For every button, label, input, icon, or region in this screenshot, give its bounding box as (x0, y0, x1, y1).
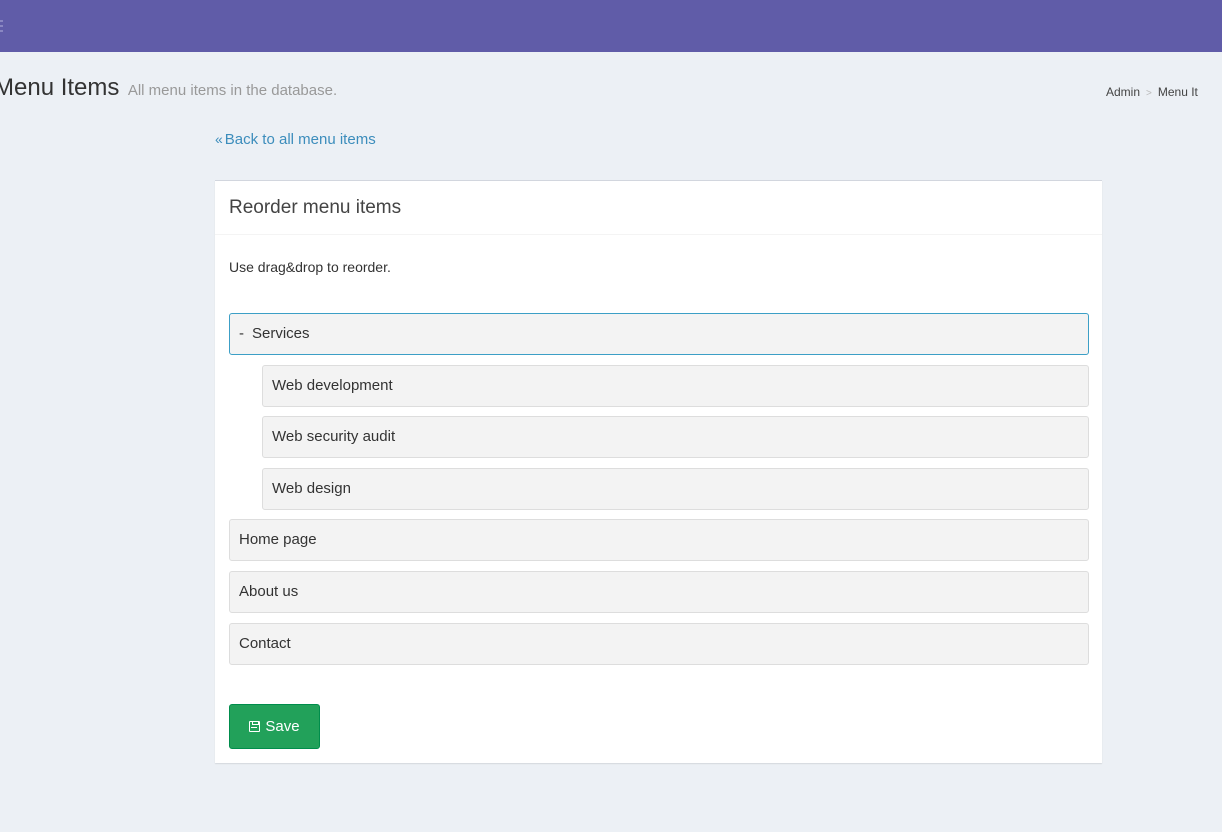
save-button-label: Save (265, 718, 300, 735)
menu-item-label: Services (252, 325, 310, 342)
breadcrumb-separator-icon: > (1146, 88, 1152, 99)
menu-item-home-page[interactable]: Home page (229, 519, 1089, 561)
reorder-box: Reorder menu items Use drag&drop to reor… (215, 180, 1102, 763)
menu-item-label: Web development (272, 377, 393, 394)
box-header: Reorder menu items (215, 181, 1102, 235)
breadcrumb: Admin > Menu It (1106, 85, 1198, 99)
back-to-menu-items-link[interactable]: «Back to all menu items (215, 131, 376, 148)
box-title: Reorder menu items (229, 197, 402, 218)
menu-item-label: Web design (272, 480, 351, 497)
menu-item-label: Home page (239, 531, 317, 548)
top-navbar (0, 0, 1222, 52)
menu-item-web-development[interactable]: Web development (262, 365, 1089, 407)
menu-item-web-security-audit[interactable]: Web security audit (262, 416, 1089, 458)
sidebar-toggle-icon[interactable] (0, 20, 3, 32)
collapse-toggle-icon[interactable]: - (239, 325, 244, 342)
double-chevron-left-icon: « (215, 131, 223, 147)
save-button[interactable]: Save (229, 704, 320, 749)
menu-item-about-us[interactable]: About us (229, 571, 1089, 613)
menu-item-label: Web security audit (272, 428, 396, 445)
page-title: Menu Items (0, 74, 120, 101)
reorder-hint: Use drag&drop to reorder. (229, 259, 391, 275)
back-link-label: Back to all menu items (224, 131, 376, 148)
floppy-disk-icon (249, 721, 261, 732)
menu-item-label: Contact (239, 635, 291, 652)
menu-item-label: About us (239, 583, 299, 600)
breadcrumb-item-admin[interactable]: Admin (1106, 85, 1140, 99)
page-subtitle: All menu items in the database. (127, 82, 338, 99)
breadcrumb-item-menu-items: Menu It (1157, 85, 1198, 99)
menu-item-services[interactable]: - Services (229, 313, 1089, 355)
page-header: Menu Items All menu items in the databas… (0, 74, 337, 102)
menu-item-web-design[interactable]: Web design (262, 468, 1089, 510)
menu-item-contact[interactable]: Contact (229, 623, 1089, 665)
